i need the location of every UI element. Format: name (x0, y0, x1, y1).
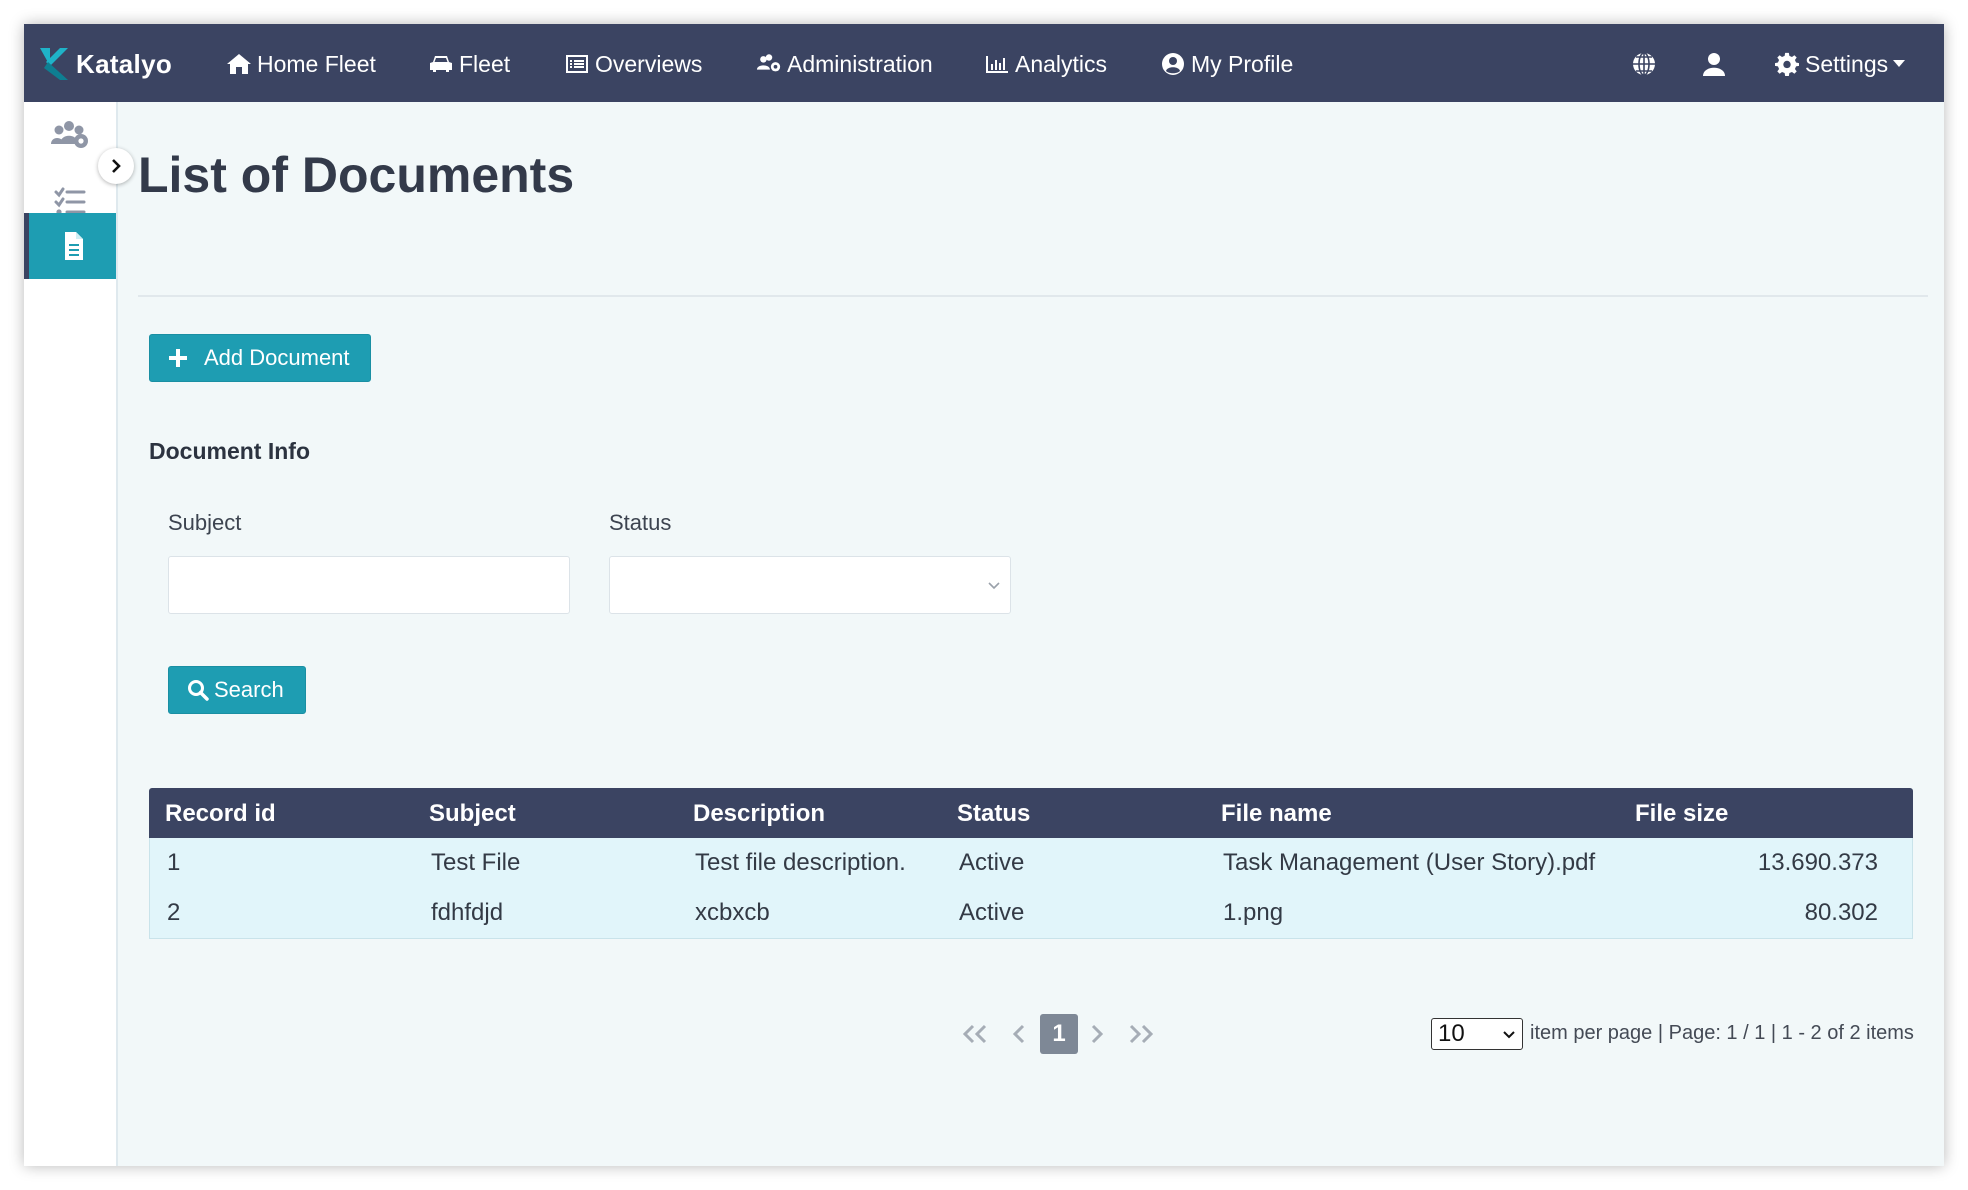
nav-home-fleet-label: Home Fleet (257, 50, 376, 77)
subject-label: Subject (168, 510, 242, 535)
plus-icon (169, 349, 187, 367)
page-number-button[interactable]: 1 (1040, 1014, 1078, 1054)
users-cog-icon (51, 121, 88, 148)
users-cog-icon (756, 54, 781, 72)
documents-table: Record id Subject Description Status Fil… (149, 788, 1913, 939)
last-page-button[interactable] (1124, 1014, 1158, 1054)
home-icon (227, 54, 251, 74)
column-header-file-size[interactable]: File size (1635, 800, 1728, 828)
table-row[interactable]: 2 fdhfdjd xcbxcb Active 1.png 80.302 (150, 888, 1914, 938)
document-icon (64, 232, 83, 260)
settings-dropdown[interactable]: Settings (1774, 48, 1910, 80)
katalyo-logo-icon (40, 48, 68, 80)
table-body: 1 Test File Test file description. Activ… (149, 838, 1913, 939)
car-icon (430, 56, 452, 72)
list-alt-icon (566, 55, 588, 73)
cell-record-id: 2 (167, 899, 181, 926)
status-label: Status (609, 510, 672, 535)
nav-administration-label: Administration (787, 50, 933, 77)
table-row[interactable]: 1 Test File Test file description. Activ… (150, 838, 1914, 888)
search-label: Search (214, 677, 284, 702)
nav-analytics[interactable]: Analytics (984, 48, 1107, 80)
add-document-button[interactable]: Add Document (149, 334, 371, 382)
table-header: Record id Subject Description Status Fil… (149, 788, 1913, 838)
nav-analytics-label: Analytics (1015, 50, 1108, 77)
cell-subject: Test File (431, 849, 521, 876)
search-icon (188, 680, 209, 701)
double-chevron-right-icon (1129, 1024, 1154, 1044)
brand-name: Katalyo (76, 48, 173, 79)
nav-overviews[interactable]: Overviews (564, 48, 702, 80)
chevron-right-icon (112, 159, 121, 173)
cell-description: Test file description. (695, 849, 906, 876)
nav-administration[interactable]: Administration (756, 48, 933, 80)
sidebar-toggle-button[interactable] (98, 148, 134, 184)
nav-home-fleet[interactable]: Home Fleet (226, 48, 376, 80)
cell-file-name: 1.png (1223, 899, 1284, 926)
column-header-file-name[interactable]: File name (1221, 800, 1332, 828)
user-circle-icon (1162, 53, 1184, 75)
column-header-status[interactable]: Status (957, 800, 1030, 828)
double-chevron-left-icon (962, 1024, 987, 1044)
globe-icon (1633, 52, 1655, 76)
column-header-description[interactable]: Description (693, 800, 825, 828)
chevron-down-icon (988, 582, 1000, 590)
nav-my-profile[interactable]: My Profile (1160, 48, 1293, 80)
gear-icon (1775, 52, 1799, 76)
caret-down-icon (1893, 60, 1906, 67)
cell-file-size: 13.690.373 (1757, 849, 1878, 876)
subject-input[interactable] (168, 556, 570, 614)
column-header-record-id[interactable]: Record id (165, 800, 276, 828)
section-title: Document Info (149, 438, 310, 464)
nav-fleet-label: Fleet (459, 50, 511, 77)
items-per-page-select[interactable]: 10 (1431, 1018, 1523, 1050)
cell-description: xcbxcb (695, 899, 770, 926)
app-window: Katalyo Home Fleet Fleet Overviews Admin… (24, 24, 1944, 1166)
pagination-summary: item per page | Page: 1 / 1 | 1 - 2 of 2… (1530, 1022, 1914, 1044)
cell-status: Active (959, 899, 1025, 926)
language-button[interactable] (1628, 48, 1660, 80)
nav-my-profile-label: My Profile (1191, 50, 1294, 77)
nav-fleet[interactable]: Fleet (428, 48, 510, 80)
cell-subject: fdhfdjd (431, 899, 504, 926)
next-page-button[interactable] (1086, 1014, 1108, 1054)
sidebar-item-documents[interactable] (24, 213, 116, 279)
chevron-right-icon (1091, 1024, 1104, 1044)
cell-file-size: 80.302 (1804, 899, 1878, 926)
previous-page-button[interactable] (1008, 1014, 1030, 1054)
settings-label: Settings (1805, 50, 1889, 77)
top-navbar: Katalyo Home Fleet Fleet Overviews Admin… (24, 24, 1944, 102)
items-per-page-value: 10 (1438, 1020, 1465, 1047)
user-icon (1703, 53, 1725, 76)
divider (138, 295, 1928, 297)
cell-record-id: 1 (167, 849, 181, 876)
nav-overviews-label: Overviews (595, 50, 703, 77)
first-page-button[interactable] (958, 1014, 992, 1054)
status-select[interactable] (609, 556, 1011, 614)
cell-file-name: Task Management (User Story).pdf (1223, 849, 1596, 876)
column-header-subject[interactable]: Subject (429, 800, 516, 828)
cell-status: Active (959, 849, 1025, 876)
add-document-label: Add Document (204, 345, 350, 370)
search-button[interactable]: Search (168, 666, 306, 714)
page-title: List of Documents (138, 147, 575, 203)
sidebar (24, 102, 118, 1166)
chevron-left-icon (1012, 1024, 1025, 1044)
chart-bar-icon (986, 56, 1008, 73)
user-menu-button[interactable] (1698, 48, 1730, 80)
brand-logo[interactable]: Katalyo (38, 44, 172, 84)
chevron-down-icon (1503, 1031, 1515, 1039)
